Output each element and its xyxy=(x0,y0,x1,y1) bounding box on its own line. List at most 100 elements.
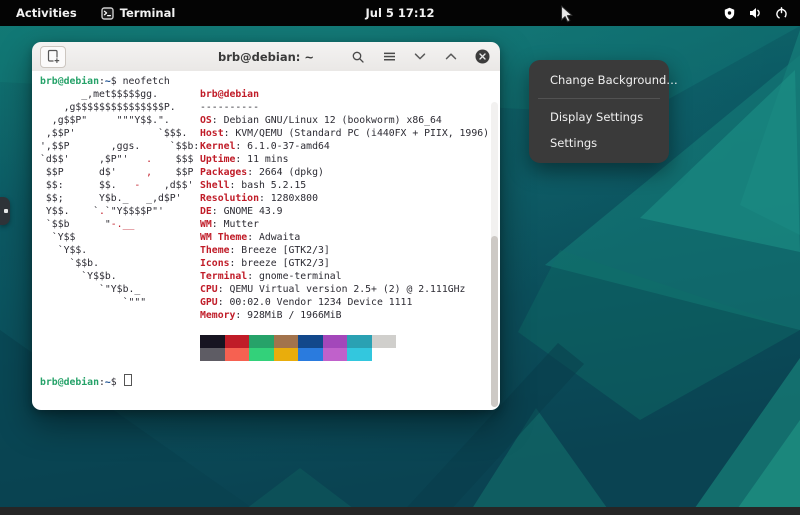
neofetch-info: brb@debian----------OS: Debian GNU/Linux… xyxy=(200,88,489,361)
privacy-shield-icon xyxy=(723,7,736,20)
hamburger-icon xyxy=(383,50,396,63)
volume-icon xyxy=(749,7,762,19)
menu-item-change-background[interactable]: Change Background… xyxy=(529,67,669,93)
edge-handle-dot xyxy=(4,209,8,213)
terminal-window: brb@debian: ~ xyxy=(32,42,500,410)
palette-swatch xyxy=(323,348,348,361)
neofetch-field: Shell: bash 5.2.15 xyxy=(200,179,489,192)
shell-prompt: brb@debian:~$ xyxy=(40,374,500,387)
clock[interactable]: Jul 5 17:12 xyxy=(365,6,434,20)
maximize-button[interactable] xyxy=(442,48,460,66)
ascii-art-line: ,g$$P" """Y$$.". xyxy=(40,114,200,127)
power-icon xyxy=(775,7,788,20)
neofetch-field: Icons: breeze [GTK2/3] xyxy=(200,257,489,270)
palette-swatch xyxy=(372,348,397,361)
neofetch-field: GPU: 00:02.0 Vendor 1234 Device 1111 xyxy=(200,296,489,309)
top-bar: Activities Terminal Jul 5 17:12 xyxy=(0,0,800,26)
ascii-art-line: _,met$$$$$gg. xyxy=(40,88,200,101)
palette-swatch xyxy=(274,335,299,348)
terminal-app-icon xyxy=(101,7,114,20)
neofetch-user-host: brb@debian xyxy=(200,88,489,101)
palette-swatch xyxy=(323,335,348,348)
neofetch-field: Theme: Breeze [GTK2/3] xyxy=(200,244,489,257)
menu-item-display-settings[interactable]: Display Settings xyxy=(529,104,669,130)
close-icon xyxy=(475,49,490,64)
neofetch-palette-bottom xyxy=(200,348,489,361)
neofetch-field: Packages: 2664 (dpkg) xyxy=(200,166,489,179)
neofetch-field: WM: Mutter xyxy=(200,218,489,231)
ascii-art-line: `"Y$b._ xyxy=(40,283,200,296)
palette-swatch xyxy=(200,335,225,348)
neofetch-field: Host: KVM/QEMU (Standard PC (i440FX + PI… xyxy=(200,127,489,140)
window-titlebar[interactable]: brb@debian: ~ xyxy=(32,42,500,72)
ascii-art-line: `Y$$. xyxy=(40,244,200,257)
ascii-art-line: $$; Y$b._ _,d$P' xyxy=(40,192,200,205)
terminal-content[interactable]: brb@debian:~$ neofetch _,met$$$$$gg. ,g$… xyxy=(32,71,500,410)
command-line: brb@debian:~$ neofetch xyxy=(40,75,500,88)
neofetch-field: DE: GNOME 43.9 xyxy=(200,205,489,218)
ascii-art-line: ,$$P' `$$$. xyxy=(40,127,200,140)
palette-swatch xyxy=(372,335,397,348)
terminal-cursor xyxy=(124,374,132,386)
new-tab-icon xyxy=(46,49,60,64)
palette-swatch xyxy=(347,348,372,361)
system-status-area[interactable] xyxy=(723,7,800,20)
palette-swatch xyxy=(249,348,274,361)
ascii-art-line: `Y$$ xyxy=(40,231,200,244)
ascii-art-line: $$P d$' , $$P xyxy=(40,166,200,179)
blank-line xyxy=(200,322,489,335)
neofetch-output: _,met$$$$$gg. ,g$$$$$$$$$$$$$$$P. ,g$$P"… xyxy=(40,88,500,361)
neofetch-palette-top xyxy=(200,335,489,348)
activities-button[interactable]: Activities xyxy=(10,4,83,22)
app-menu-terminal[interactable]: Terminal xyxy=(101,6,176,20)
ascii-art-line: Y$$. `.`"Y$$$$P"' xyxy=(40,205,200,218)
neofetch-underline: ---------- xyxy=(200,101,489,114)
neofetch-ascii-logo: _,met$$$$$gg. ,g$$$$$$$$$$$$$$$P. ,g$$P"… xyxy=(40,88,200,309)
palette-swatch xyxy=(249,335,274,348)
command-text: neofetch xyxy=(123,76,170,87)
minimize-button[interactable] xyxy=(411,48,429,66)
new-tab-button[interactable] xyxy=(40,46,66,68)
app-menu-label: Terminal xyxy=(120,6,176,20)
desktop-context-menu: Change Background… Display SettingsSettin… xyxy=(529,60,669,163)
palette-swatch xyxy=(298,335,323,348)
palette-swatch xyxy=(347,335,372,348)
palette-swatch xyxy=(200,348,225,361)
terminal-scrollbar[interactable] xyxy=(491,102,498,407)
mouse-pointer xyxy=(560,5,576,24)
neofetch-field: Terminal: gnome-terminal xyxy=(200,270,489,283)
menu-button[interactable] xyxy=(380,48,398,66)
palette-swatch xyxy=(298,348,323,361)
chevron-down-icon xyxy=(414,51,426,62)
neofetch-field: Resolution: 1280x800 xyxy=(200,192,489,205)
ascii-art-line: `Y$$b. xyxy=(40,270,200,283)
neofetch-field: CPU: QEMU Virtual version 2.5+ (2) @ 2.1… xyxy=(200,283,489,296)
palette-swatch xyxy=(225,335,250,348)
neofetch-field: Memory: 928MiB / 1966MiB xyxy=(200,309,489,322)
ascii-art-line: `$$b. xyxy=(40,257,200,270)
ascii-art-line: `d$$' ,$P"' . $$$ xyxy=(40,153,200,166)
screen-edge-handle[interactable] xyxy=(0,197,10,225)
menu-separator xyxy=(538,98,660,99)
desktop-screen: Activities Terminal Jul 5 17:12 xyxy=(0,0,800,515)
blank-line xyxy=(40,361,500,374)
ascii-art-line: `""" xyxy=(40,296,200,309)
neofetch-field: WM Theme: Adwaita xyxy=(200,231,489,244)
close-button[interactable] xyxy=(473,48,491,66)
screen-bottom-strip xyxy=(0,507,800,515)
search-button[interactable] xyxy=(349,48,367,66)
search-icon xyxy=(351,50,365,64)
window-title: brb@debian: ~ xyxy=(218,50,314,64)
palette-swatch xyxy=(274,348,299,361)
chevron-up-icon xyxy=(445,51,457,62)
scrollbar-thumb[interactable] xyxy=(491,236,498,407)
ascii-art-line: ',$$P ,ggs. `$$b: xyxy=(40,140,200,153)
ascii-art-line: $$: $$. - ,d$$' xyxy=(40,179,200,192)
neofetch-field: Uptime: 11 mins xyxy=(200,153,489,166)
neofetch-field: Kernel: 6.1.0-37-amd64 xyxy=(200,140,489,153)
ascii-art-line: `$$b "-.__ xyxy=(40,218,200,231)
ascii-art-line: ,g$$$$$$$$$$$$$$$P. xyxy=(40,101,200,114)
menu-item-settings[interactable]: Settings xyxy=(529,130,669,156)
palette-swatch xyxy=(225,348,250,361)
neofetch-field: OS: Debian GNU/Linux 12 (bookworm) x86_6… xyxy=(200,114,489,127)
